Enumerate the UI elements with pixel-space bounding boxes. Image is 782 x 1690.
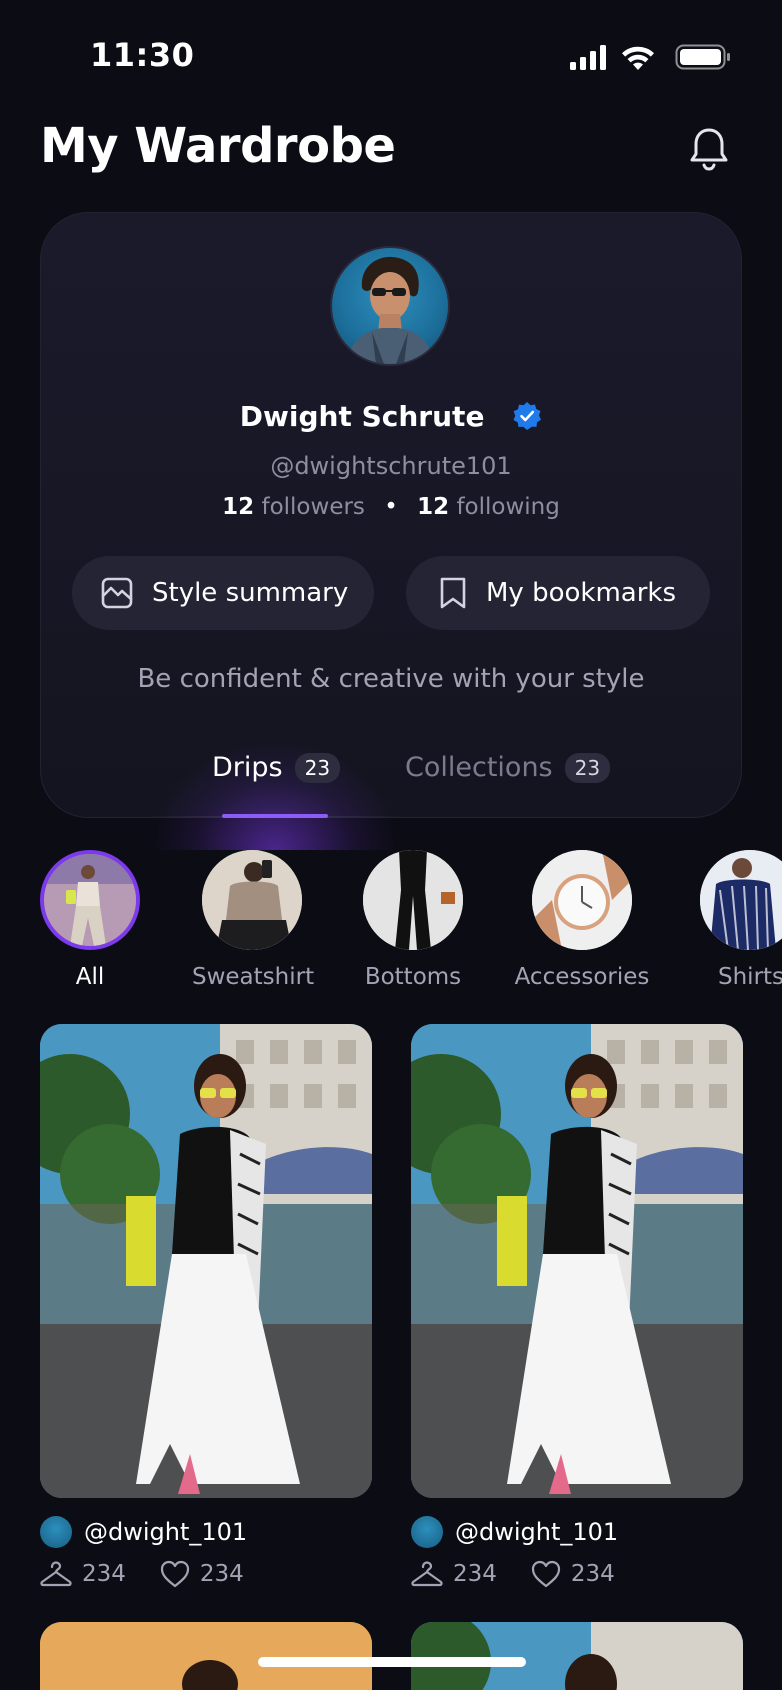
hanger-count[interactable]: 234 — [40, 1561, 126, 1587]
hanger-count-value: 234 — [453, 1561, 497, 1587]
category-shirts-thumbnail — [700, 850, 782, 950]
wifi-icon — [622, 46, 654, 70]
following-link[interactable]: 12 following — [417, 494, 560, 520]
profile-handle: @dwightschrute101 — [270, 452, 512, 480]
category-accessories[interactable]: Accessories — [510, 850, 654, 990]
followers-count: 12 — [222, 494, 255, 520]
post-image-next[interactable] — [40, 1622, 372, 1690]
stats-separator: • — [384, 494, 398, 520]
like-count-value: 234 — [199, 1561, 244, 1587]
category-bottoms-thumbnail — [363, 850, 463, 950]
category-sweatshirt-thumbnail — [202, 850, 302, 950]
tab-collections-count: 23 — [564, 752, 611, 783]
style-summary-button[interactable]: Style summary — [72, 556, 374, 630]
status-icons — [570, 44, 730, 70]
like-count[interactable]: 234 — [531, 1560, 615, 1588]
followers-link[interactable]: 12 followers — [222, 494, 365, 520]
page-title: My Wardrobe — [40, 118, 396, 174]
category-accessories-thumbnail — [532, 850, 632, 950]
post-image-next[interactable] — [411, 1622, 743, 1690]
post-image[interactable] — [40, 1024, 372, 1498]
category-all-label: All — [75, 964, 105, 990]
shirt-image — [700, 850, 782, 950]
style-summary-label: Style summary — [152, 578, 349, 608]
outfit-photo — [40, 1622, 372, 1690]
bottoms-image — [363, 850, 463, 950]
hanger-icon — [411, 1561, 443, 1587]
avatar[interactable] — [330, 246, 450, 366]
bookmark-icon — [440, 577, 466, 609]
outfit-image — [44, 854, 136, 946]
my-bookmarks-button[interactable]: My bookmarks — [406, 556, 710, 630]
category-shirts-label: Shirts — [718, 964, 782, 990]
category-bottoms-label: Bottoms — [364, 964, 462, 990]
tab-drips[interactable]: Drips 23 — [212, 752, 341, 783]
post-image[interactable] — [411, 1024, 743, 1498]
outfit-photo — [411, 1622, 743, 1690]
hanger-count[interactable]: 234 — [411, 1561, 497, 1587]
following-label: following — [456, 494, 560, 520]
outfit-photo — [411, 1024, 743, 1498]
category-all-thumbnail — [40, 850, 140, 950]
signal-icon — [570, 45, 606, 70]
profile-tagline: Be confident & creative with your style — [137, 664, 645, 694]
battery-icon — [675, 44, 730, 70]
like-count[interactable]: 234 — [160, 1560, 244, 1588]
category-sweatshirt[interactable]: Sweatshirt — [192, 850, 315, 990]
post-author[interactable]: @dwight_101 — [40, 1516, 247, 1548]
followers-label: followers — [261, 494, 365, 520]
sweatshirt-image — [202, 850, 302, 950]
category-accessories-label: Accessories — [514, 964, 650, 990]
follow-stats: 12 followers • 12 following — [0, 494, 782, 520]
outfit-photo — [40, 1024, 372, 1498]
active-tab-indicator — [222, 814, 328, 818]
tab-drips-label: Drips — [212, 752, 283, 783]
tab-collections-label: Collections — [405, 752, 553, 783]
post-author-avatar — [40, 1516, 72, 1548]
post-author[interactable]: @dwight_101 — [411, 1516, 618, 1548]
post-stats: 234 234 — [411, 1560, 649, 1588]
post-author-username: @dwight_101 — [455, 1518, 619, 1546]
bell-icon — [690, 128, 728, 171]
post-stats: 234 234 — [40, 1560, 278, 1588]
category-sweatshirt-label: Sweatshirt — [192, 964, 315, 990]
status-time: 11:30 — [90, 36, 195, 74]
tab-collections[interactable]: Collections 23 — [405, 752, 611, 783]
heart-icon — [531, 1560, 561, 1588]
profile-name-row: Dwight Schrute — [0, 398, 782, 433]
like-count-value: 234 — [570, 1561, 615, 1587]
watch-image — [532, 850, 632, 950]
verified-badge-icon — [513, 402, 542, 430]
my-bookmarks-label: My bookmarks — [486, 578, 677, 608]
avatar-portrait — [346, 256, 434, 364]
category-shirts[interactable]: Shirts — [700, 850, 782, 990]
chart-image-icon — [101, 577, 133, 609]
hanger-count-value: 234 — [82, 1561, 126, 1587]
post-author-avatar — [411, 1516, 443, 1548]
profile-name: Dwight Schrute — [239, 399, 485, 433]
hanger-icon — [40, 1561, 72, 1587]
following-count: 12 — [417, 494, 450, 520]
post-author-username: @dwight_101 — [84, 1518, 248, 1546]
home-indicator[interactable] — [258, 1657, 526, 1667]
heart-icon — [160, 1560, 190, 1588]
notifications-button[interactable] — [684, 124, 734, 174]
category-all[interactable]: All — [40, 850, 140, 990]
tab-drips-count: 23 — [294, 752, 341, 783]
category-bottoms[interactable]: Bottoms — [363, 850, 463, 990]
